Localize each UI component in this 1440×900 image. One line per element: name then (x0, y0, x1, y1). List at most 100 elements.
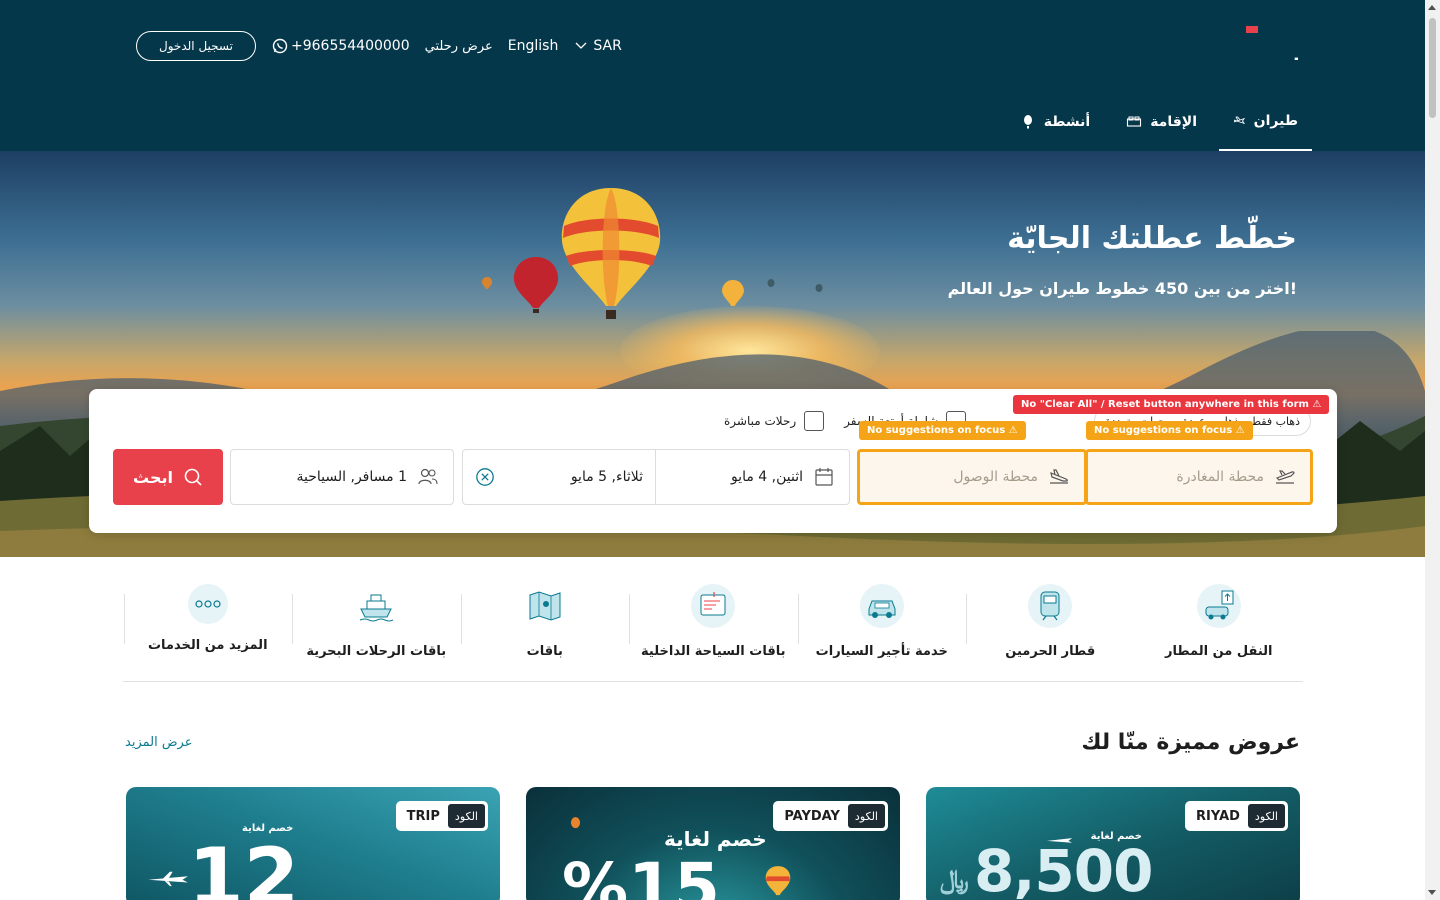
login-button[interactable]: تسجيل الدخول (136, 31, 256, 61)
tab-label: الإقامة (1150, 113, 1197, 130)
direct-flights-checkbox[interactable] (804, 411, 825, 431)
service-domestic-tourism[interactable]: باقات السياحة الداخلية (629, 580, 798, 681)
passengers-value: 1 مسافر, السياحية (296, 469, 407, 485)
clear-return-date-icon[interactable] (475, 467, 495, 487)
product-tabs: طيران الإقامة أنشطة (998, 98, 1312, 151)
tab-flights[interactable]: طيران (1219, 98, 1312, 151)
date-range-picker[interactable]: اثنين, 4 مايو ثلاثاء, 5 مايو (462, 449, 850, 505)
promo-code: RIYAD (1196, 808, 1240, 824)
services-bar: النقل من المطار قطار الحرمين خدمة تأجير … (123, 580, 1303, 682)
users-icon (418, 468, 438, 485)
icon-wrap (523, 584, 567, 628)
service-packages[interactable]: باقات (460, 580, 630, 681)
page-scrollbar[interactable] (1425, 0, 1440, 900)
hot-air-balloon (815, 284, 823, 292)
cruise-icon (360, 594, 394, 622)
service-label: باقات (526, 644, 563, 659)
suggestions-warning-badge: No suggestions on focus ⚠ (1086, 421, 1253, 440)
bed-icon (1127, 116, 1142, 127)
phone-link[interactable]: +966554400000 (272, 38, 410, 54)
balloon-icon (1023, 114, 1032, 128)
flight-search-form: ذهاب فقط ذهاب وعودة وجهات متعددة شاملة أ… (89, 389, 1337, 533)
depart-date-field[interactable]: اثنين, 4 مايو (655, 450, 849, 504)
service-car-rental[interactable]: خدمة تأجير السيارات (797, 580, 967, 681)
offer-value: %15 (562, 849, 720, 900)
promo-code-tag: الكود TRIP (395, 801, 488, 831)
service-label: باقات السياحة الداخلية (641, 644, 786, 659)
arrival-placeholder: محطة الوصول (953, 469, 1038, 485)
hero-subtitle: اختر من بين 450 خطوط طيران حول العالم! (947, 279, 1297, 298)
language-switch[interactable]: English (508, 38, 559, 54)
offer-tagline: خصم لغاية (664, 827, 767, 851)
code-label: الكود (847, 804, 885, 828)
icon-wrap (1028, 584, 1073, 628)
hero-title: خطّط عطلتك الجايّة (1007, 221, 1297, 256)
promo-code: TRIP (406, 808, 440, 824)
reset-warning-badge: No "Clear All" / Reset button anywhere i… (1013, 395, 1330, 414)
view-my-trip-link[interactable]: عرض رحلتي (425, 39, 493, 54)
service-airport-transfer[interactable]: النقل من المطار (1135, 580, 1304, 681)
departure-station-input[interactable]: محطة المغادرة (1085, 449, 1313, 505)
tab-activities[interactable]: أنشطة (1006, 98, 1104, 145)
divider (797, 594, 799, 644)
icon-wrap (859, 584, 904, 628)
currency-label: SAR (593, 38, 622, 54)
hot-air-balloon (767, 279, 775, 287)
hot-air-balloon (482, 277, 492, 289)
code-label: الكود (1247, 804, 1285, 828)
hot-air-balloon (722, 280, 744, 306)
scroll-thumb[interactable] (1429, 18, 1436, 118)
offer-card[interactable]: الكود RIYAD خصم لغاية 8,500 ﷼ (926, 787, 1300, 900)
offer-card[interactable]: الكود PAYDAY خصم لغاية %15 (526, 787, 900, 900)
code-label: الكود (447, 804, 485, 828)
passengers-class-selector[interactable]: 1 مسافر, السياحية (230, 449, 454, 505)
riyal-symbol-icon: ﷼ (940, 865, 969, 895)
divider (123, 594, 125, 644)
promo-code-tag: الكود PAYDAY (773, 801, 888, 831)
scroll-down-arrow[interactable] (1428, 890, 1436, 895)
whatsapp-icon (272, 38, 288, 54)
offer-value: 8,500 (974, 837, 1153, 900)
return-date: ثلاثاء, 5 مايو (570, 469, 643, 485)
plane-takeoff-icon (1275, 470, 1295, 484)
divider (292, 594, 293, 644)
hot-air-balloon (561, 188, 661, 319)
top-nav: تسجيل الدخول +966554400000 عرض رحلتي Eng… (136, 30, 622, 62)
direct-flights-checkbox-label: رحلات مباشرة (724, 414, 797, 428)
train-icon (1040, 591, 1060, 621)
tab-stays[interactable]: الإقامة (1112, 98, 1211, 145)
service-cruises[interactable]: باقات الرحلات البحرية (292, 580, 461, 681)
trip-type-one-way[interactable]: ذهاب فقط (1251, 415, 1300, 428)
see-more-offers-link[interactable]: عرض المزيد (125, 735, 192, 750)
phone-number: +966554400000 (291, 38, 410, 54)
suggestions-warning-badge: No suggestions on focus ⚠ (859, 421, 1026, 440)
search-button[interactable]: ابحث (113, 449, 223, 505)
offers-section-title: عروض مميزة منّا لك (1081, 730, 1300, 755)
scroll-up-arrow[interactable] (1428, 5, 1436, 10)
plane-icon (1046, 838, 1073, 843)
arrival-station-input[interactable]: محطة الوصول (857, 449, 1087, 505)
search-button-label: ابحث (133, 467, 173, 487)
svg-text:المسافر: المسافر (1294, 26, 1298, 60)
service-label: قطار الحرمين (1005, 644, 1096, 659)
service-more[interactable]: المزيد من الخدمات (123, 580, 293, 681)
return-date-field[interactable]: ثلاثاء, 5 مايو (463, 450, 655, 504)
map-icon (529, 591, 561, 621)
currency-select[interactable]: SAR (575, 38, 622, 54)
service-label: المزيد من الخدمات (147, 638, 268, 653)
departure-placeholder: محطة المغادرة (1176, 469, 1264, 485)
brand-logo[interactable]: المسافر (1146, 24, 1422, 62)
plane-icon (148, 871, 188, 887)
calendar-icon (815, 468, 833, 486)
icon-wrap (1196, 584, 1241, 628)
airport-transfer-icon (1205, 590, 1234, 620)
divider (460, 594, 462, 644)
ticket-icon (700, 592, 726, 616)
service-label: باقات الرحلات البحرية (306, 644, 447, 659)
offer-card[interactable]: الكود TRIP خصم لغاية 12 (126, 787, 500, 900)
balloon-icon (765, 866, 791, 896)
service-haramain-train[interactable]: قطار الحرمين (966, 580, 1135, 681)
tab-label: طيران (1253, 112, 1298, 129)
service-label: خدمة تأجير السيارات (815, 644, 948, 659)
divider (966, 594, 967, 644)
